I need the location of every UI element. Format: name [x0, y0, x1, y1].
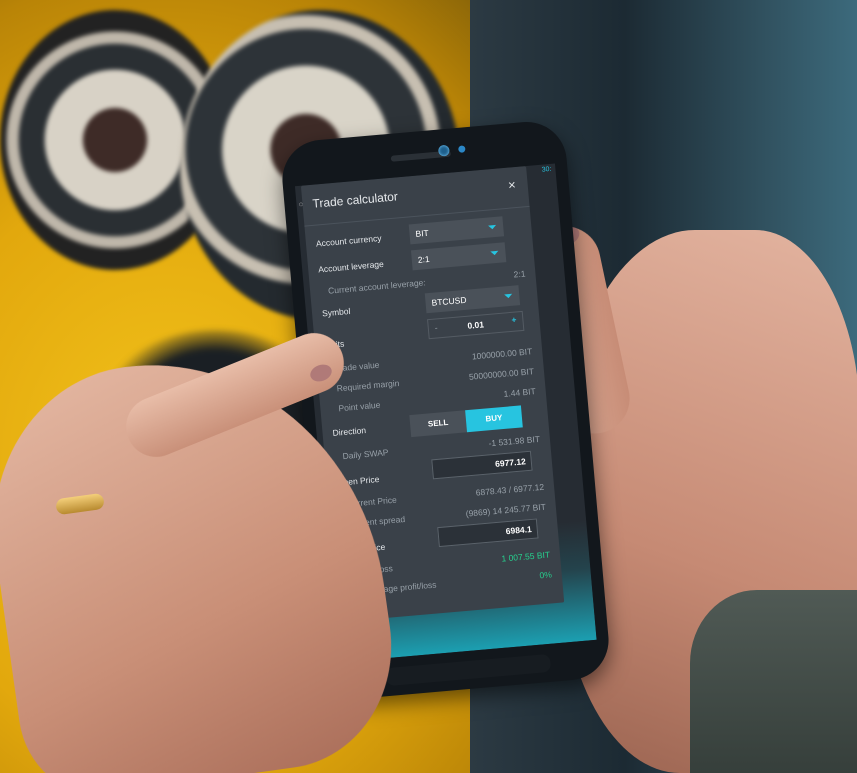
point-value-label: Point value [338, 399, 381, 414]
required-margin-label: Required margin [336, 377, 400, 394]
trade-value-value: 1000000.00 BIT [471, 346, 533, 362]
account-currency-value: BIT [415, 227, 430, 239]
account-currency-select[interactable]: BIT [408, 216, 505, 245]
open-price-value: 6977.12 [494, 456, 527, 469]
daily-swap-label: Daily SWAP [342, 447, 389, 462]
current-leverage-value: 2:1 [513, 268, 526, 280]
close-price-value: 6984.1 [505, 523, 533, 537]
chevron-down-icon [490, 250, 499, 256]
units-stepper[interactable]: - 0.01 + [427, 310, 525, 340]
profit-loss-value: 1 007.55 BIT [501, 549, 551, 564]
plus-button[interactable]: + [511, 314, 517, 324]
point-value-value: 1.44 BIT [503, 386, 537, 399]
status-text: 30: [541, 165, 552, 174]
sell-button[interactable]: SELL [409, 410, 468, 438]
required-margin-value: 50000000.00 BIT [468, 366, 535, 382]
account-currency-label: Account currency [315, 232, 382, 249]
symbol-value: BTCUSD [431, 294, 467, 308]
units-value: 0.01 [467, 319, 485, 331]
account-leverage-label: Account leverage [317, 258, 385, 275]
chevron-down-icon [488, 224, 497, 230]
chevron-down-icon [504, 293, 513, 299]
buy-button[interactable]: BUY [465, 405, 523, 433]
dialog-title: Trade calculator [311, 189, 399, 211]
current-price-value: 6878.43 / 6977.12 [475, 481, 545, 498]
symbol-label: Symbol [321, 305, 351, 319]
close-icon[interactable]: × [507, 177, 516, 193]
direction-label: Direction [332, 425, 367, 438]
sleeve [690, 590, 857, 773]
percentage-profit-loss-value: 0% [539, 569, 553, 581]
daily-swap-value: -1 531.98 BIT [488, 433, 541, 449]
account-leverage-value: 2:1 [417, 253, 431, 265]
current-spread-value: (9869) 14 245.77 BIT [465, 501, 547, 519]
sensor-icon [458, 145, 466, 153]
phone-bottom-bezel [385, 653, 552, 687]
photo-background: 30: ○ Trade calculator × Account currenc… [0, 0, 857, 773]
